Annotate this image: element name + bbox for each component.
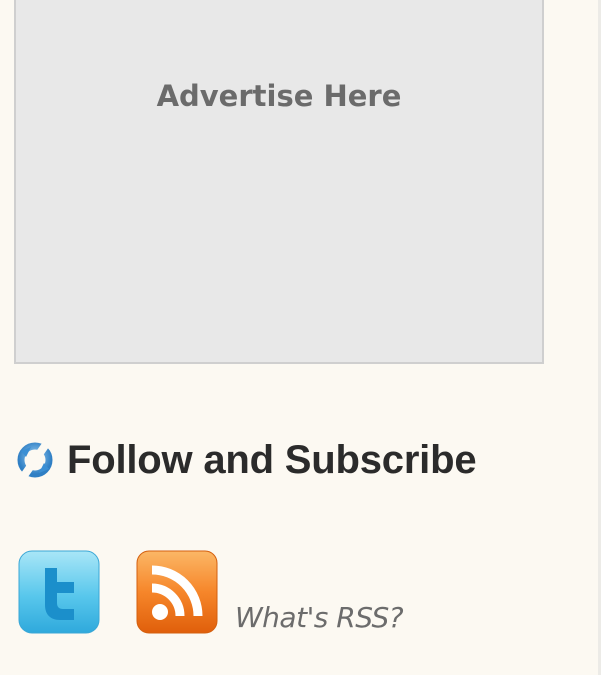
rss-icon	[136, 550, 218, 634]
twitter-link[interactable]	[18, 550, 100, 634]
follow-subscribe-heading: Follow and Subscribe	[17, 434, 477, 486]
social-links	[18, 550, 220, 640]
whats-rss-link[interactable]: What's RSS?	[235, 598, 404, 638]
section-title: Follow and Subscribe	[67, 437, 477, 482]
refresh-icon	[17, 442, 53, 478]
advertise-here-link[interactable]: Advertise Here	[157, 76, 402, 116]
sidebar: Advertise Here Follow and Subscribe What…	[0, 0, 601, 675]
advertisement-box[interactable]: Advertise Here	[14, 0, 544, 364]
twitter-icon	[18, 550, 100, 634]
rss-link[interactable]	[136, 550, 220, 634]
